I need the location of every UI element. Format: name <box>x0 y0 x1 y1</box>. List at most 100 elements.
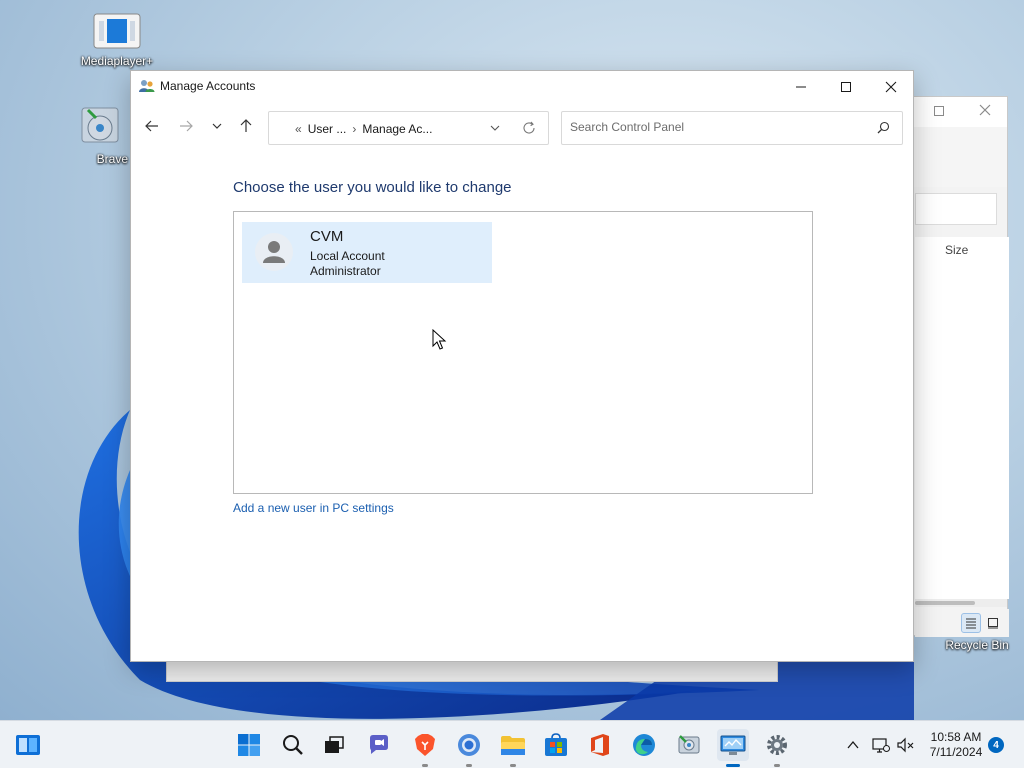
desktop-icon-brave[interactable]: Brave <box>70 104 130 166</box>
breadcrumb-manage-accounts[interactable]: Manage Ac... <box>362 122 432 136</box>
page-heading: Choose the user you would like to change <box>233 179 512 196</box>
widgets-icon <box>16 735 40 755</box>
running-indicator <box>422 764 428 767</box>
back-button[interactable] <box>139 113 165 139</box>
start-button[interactable] <box>233 729 265 761</box>
active-indicator <box>726 764 740 767</box>
recent-locations-button[interactable] <box>204 113 230 139</box>
office-button[interactable] <box>584 729 616 761</box>
user-name: CVM <box>310 228 344 245</box>
app-icon <box>678 735 700 754</box>
clock[interactable]: 10:58 AM 7/11/2024 <box>924 730 988 760</box>
large-icons-view-button[interactable] <box>983 613 1003 633</box>
add-user-link[interactable]: Add a new user in PC settings <box>233 501 394 515</box>
window-title: Manage Accounts <box>160 79 256 93</box>
running-indicator <box>466 764 472 767</box>
forward-button[interactable] <box>173 113 199 139</box>
user-avatar-icon <box>255 233 293 271</box>
chevron-down-icon <box>490 125 500 131</box>
clock-date: 7/11/2024 <box>929 745 983 759</box>
file-explorer-button[interactable] <box>497 729 529 767</box>
pinned-app-button[interactable] <box>673 729 705 761</box>
user-tile-cvm[interactable]: CVM Local Account Administrator <box>242 222 492 283</box>
desktop-icon-mediaplayer[interactable]: Mediaplayer+ <box>72 12 162 68</box>
background-window-statusbar <box>915 609 1009 637</box>
search-icon[interactable] <box>877 121 890 137</box>
background-window-file-list[interactable] <box>915 237 1009 599</box>
address-dropdown-button[interactable] <box>490 122 500 136</box>
task-view-icon <box>325 736 344 753</box>
widgets-button[interactable] <box>12 729 44 761</box>
chevron-up-icon <box>847 740 859 749</box>
user-account-type: Local Account <box>310 249 385 263</box>
desktop-icon-label: Recycle Bin <box>945 638 1009 652</box>
refresh-button[interactable] <box>522 121 536 138</box>
control-panel-icon <box>720 735 746 755</box>
search-button[interactable] <box>277 729 309 761</box>
search-input[interactable] <box>570 120 860 134</box>
chrome-button[interactable] <box>453 729 485 767</box>
details-view-button[interactable] <box>961 613 981 633</box>
minimize-button[interactable] <box>778 71 824 102</box>
network-icon <box>872 738 890 753</box>
taskbar: 10:58 AM 7/11/2024 4 <box>0 720 1024 768</box>
user-role: Administrator <box>310 264 381 278</box>
settings-icon <box>767 735 787 755</box>
arrow-right-icon <box>180 120 193 132</box>
control-panel-button[interactable] <box>717 729 749 767</box>
maximize-icon <box>841 81 851 92</box>
mouse-cursor-icon <box>432 329 447 350</box>
close-icon[interactable] <box>979 104 991 119</box>
file-explorer-icon <box>501 736 525 755</box>
background-window-search[interactable] <box>915 193 997 225</box>
underlying-window-edge <box>166 660 778 682</box>
task-view-button[interactable] <box>318 729 350 761</box>
address-bar[interactable]: « User ... › Manage Ac... <box>268 111 549 145</box>
brave-icon <box>415 734 435 756</box>
show-hidden-icons-button[interactable] <box>840 729 866 761</box>
search-icon <box>283 735 303 755</box>
mediaplayer-icon <box>93 12 141 52</box>
breadcrumb-separator[interactable]: › <box>352 122 356 136</box>
maximize-icon[interactable] <box>933 105 945 120</box>
settings-button[interactable] <box>761 729 793 767</box>
chrome-icon <box>458 734 480 756</box>
chat-button[interactable] <box>363 729 395 761</box>
column-header-size[interactable]: Size <box>945 243 968 257</box>
network-button[interactable] <box>868 729 894 761</box>
arrow-left-icon <box>145 120 158 132</box>
store-icon <box>545 733 567 756</box>
navigation-bar: « User ... › Manage Ac... <box>131 107 913 147</box>
clock-time: 10:58 AM <box>930 730 982 744</box>
large-icons-view-icon <box>988 618 998 629</box>
up-button[interactable] <box>233 113 259 139</box>
details-view-icon <box>966 618 976 629</box>
title-bar[interactable]: Manage Accounts <box>131 71 913 102</box>
breadcrumb-overflow[interactable]: « <box>295 122 302 136</box>
search-box[interactable] <box>561 111 903 145</box>
office-icon <box>591 734 609 756</box>
breadcrumb: « User ... › Manage Ac... <box>295 122 432 136</box>
start-icon <box>238 734 260 756</box>
refresh-icon <box>523 121 535 134</box>
desktop-icon-label: Mediaplayer+ <box>80 54 154 68</box>
chat-icon <box>370 735 388 754</box>
desktop-icon-label: Brave <box>96 152 128 166</box>
brave-button[interactable] <box>409 729 441 767</box>
edge-button[interactable] <box>628 729 660 761</box>
avatar <box>250 228 298 276</box>
user-account-list[interactable]: CVM Local Account Administrator <box>233 211 813 494</box>
horizontal-scrollbar[interactable] <box>915 599 1007 607</box>
manage-accounts-window[interactable]: Manage Accounts « User ... › Manage Ac..… <box>130 70 914 662</box>
running-indicator <box>774 764 780 767</box>
volume-button[interactable] <box>893 729 919 761</box>
arrow-up-icon <box>240 119 252 132</box>
maximize-button[interactable] <box>823 71 869 102</box>
store-button[interactable] <box>540 729 572 761</box>
edge-icon <box>633 734 655 756</box>
notification-badge[interactable]: 4 <box>988 737 1004 753</box>
minimize-icon <box>796 86 806 87</box>
breadcrumb-user-accounts[interactable]: User ... <box>308 122 347 136</box>
brave-installer-icon <box>78 104 122 150</box>
close-button[interactable] <box>868 71 914 102</box>
